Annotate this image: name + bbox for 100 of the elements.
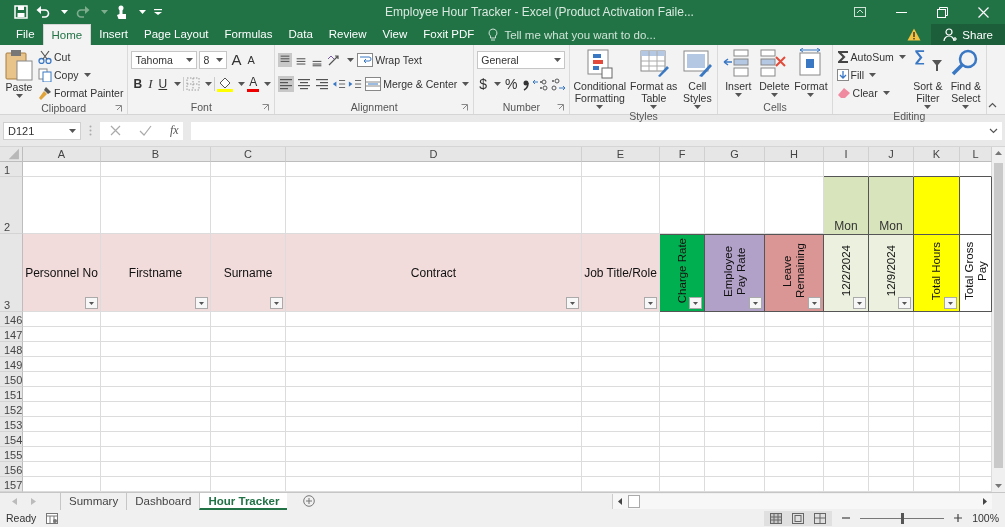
up-arrow-icon[interactable] [995, 151, 1002, 155]
merge-center-button[interactable]: Merge & Center [364, 75, 471, 93]
row-number[interactable]: 2 [0, 177, 23, 234]
clear-button[interactable]: Clear [835, 84, 907, 101]
filter-button[interactable] [566, 297, 579, 309]
check-icon[interactable] [139, 125, 152, 136]
delete-button[interactable]: Delete [757, 47, 792, 98]
number-format-field[interactable]: General [477, 51, 566, 69]
restore-icon[interactable] [937, 6, 948, 18]
insert-function-button[interactable]: fx [170, 123, 179, 138]
hand-icon[interactable] [116, 4, 128, 20]
share-button[interactable]: Share [931, 24, 1005, 45]
row-number[interactable]: 3 [0, 234, 23, 312]
vertical-scrollbar[interactable] [992, 147, 1005, 492]
dialog-launcher-icon[interactable] [461, 104, 469, 111]
filter-button[interactable] [270, 297, 283, 309]
ribbon-display-icon[interactable] [854, 7, 866, 17]
column-heading[interactable]: F [660, 147, 705, 162]
filter-button[interactable] [644, 297, 657, 309]
italic-button[interactable]: I [146, 76, 155, 92]
ribbon-tab[interactable]: Foxit PDF [415, 24, 483, 45]
font-name-field[interactable]: Tahoma [131, 51, 198, 69]
paste-button[interactable]: Paste [3, 47, 35, 99]
row-number[interactable]: 146 [0, 312, 23, 327]
normal-view-icon[interactable] [770, 512, 783, 524]
filter-button[interactable] [944, 297, 957, 309]
column-heading[interactable]: C [211, 147, 286, 162]
increase-indent-icon[interactable] [348, 77, 363, 91]
ribbon-tab[interactable]: Page Layout [136, 24, 217, 45]
bold-button[interactable]: B [131, 76, 145, 92]
increase-decimal-icon[interactable] [531, 76, 548, 92]
plus-icon[interactable] [954, 514, 963, 522]
slider-thumb[interactable] [901, 512, 905, 524]
filter-button[interactable] [898, 297, 911, 309]
macro-record-icon[interactable] [46, 512, 59, 524]
column-heading[interactable]: L [960, 147, 992, 162]
scrollbar-thumb[interactable] [628, 494, 640, 508]
conditional-formatting-button[interactable]: Conditional Formatting [572, 47, 628, 110]
cell-styles-button[interactable]: Cell Styles [680, 47, 715, 110]
shrink-font-button[interactable]: A [245, 52, 257, 68]
filter-button[interactable] [85, 297, 98, 309]
row-number[interactable]: 149 [0, 357, 23, 372]
right-arrow-icon[interactable] [983, 497, 987, 505]
horizontal-scrollbar[interactable] [612, 493, 992, 509]
column-heading[interactable]: G [705, 147, 765, 162]
row-number[interactable]: 150 [0, 372, 23, 387]
column-heading[interactable]: B [101, 147, 211, 162]
scrollbar-thumb[interactable] [994, 163, 1003, 468]
row-number[interactable]: 148 [0, 342, 23, 357]
customize-icon[interactable] [154, 9, 162, 15]
row-number[interactable]: 151 [0, 387, 23, 402]
align-right-icon[interactable] [314, 76, 331, 92]
dialog-launcher-icon[interactable] [115, 105, 123, 112]
sort-filter-button[interactable]: Sort & Filter [910, 47, 945, 110]
warning-icon[interactable] [907, 28, 922, 41]
down-arrow-icon[interactable] [995, 484, 1002, 488]
name-box[interactable]: D121 [3, 121, 81, 140]
expand-icon[interactable] [989, 127, 998, 134]
column-heading[interactable]: D [286, 147, 582, 162]
column-heading[interactable]: J [869, 147, 914, 162]
align-center-icon[interactable] [296, 76, 313, 92]
format-as-table-button[interactable]: Format as Table [629, 47, 679, 110]
filter-button[interactable] [808, 297, 821, 309]
column-heading[interactable]: I [824, 147, 869, 162]
sheet-tab[interactable]: Hour Tracker [199, 492, 288, 510]
ribbon-tab[interactable]: Data [280, 24, 321, 45]
search-field[interactable]: Tell me what you want to do... [482, 24, 673, 45]
font-color-button[interactable]: A [247, 76, 260, 92]
filter-button[interactable] [749, 297, 762, 309]
left-arrow-icon[interactable] [618, 497, 622, 505]
row-number[interactable]: 147 [0, 327, 23, 342]
fill-color-icon[interactable] [217, 76, 234, 92]
decrease-indent-icon[interactable] [332, 77, 347, 91]
top-align-icon[interactable] [278, 53, 293, 67]
filter-button[interactable] [195, 297, 208, 309]
column-heading[interactable]: H [765, 147, 824, 162]
caret-icon[interactable] [139, 10, 146, 14]
collapse-ribbon-icon[interactable] [988, 102, 997, 108]
decrease-decimal-icon[interactable] [549, 76, 566, 92]
row-number[interactable]: 152 [0, 402, 23, 417]
wrap-text-button[interactable]: Wrap Text [356, 51, 424, 69]
column-heading[interactable]: K [914, 147, 960, 162]
ribbon-tab[interactable]: File [8, 24, 43, 45]
filter-button[interactable] [853, 297, 866, 309]
insert-button[interactable]: Insert [721, 47, 756, 98]
underline-button[interactable]: U [156, 76, 170, 92]
ribbon-tab[interactable]: Insert [91, 24, 136, 45]
minus-icon[interactable] [842, 514, 851, 522]
dialog-launcher-icon[interactable] [556, 104, 564, 111]
column-heading[interactable]: E [582, 147, 660, 162]
page-layout-icon[interactable] [792, 512, 805, 524]
find-select-button[interactable]: Find & Select [948, 47, 983, 110]
fill-button[interactable]: Fill [835, 66, 907, 83]
column-heading[interactable]: A [23, 147, 101, 162]
font-size-field[interactable]: 8 [199, 51, 228, 69]
save-icon[interactable] [14, 5, 28, 19]
dialog-launcher-icon[interactable] [262, 104, 270, 111]
zoom-level[interactable]: 100% [972, 512, 999, 524]
page-break-icon[interactable] [814, 512, 827, 524]
ribbon-tab[interactable]: Home [42, 24, 92, 45]
